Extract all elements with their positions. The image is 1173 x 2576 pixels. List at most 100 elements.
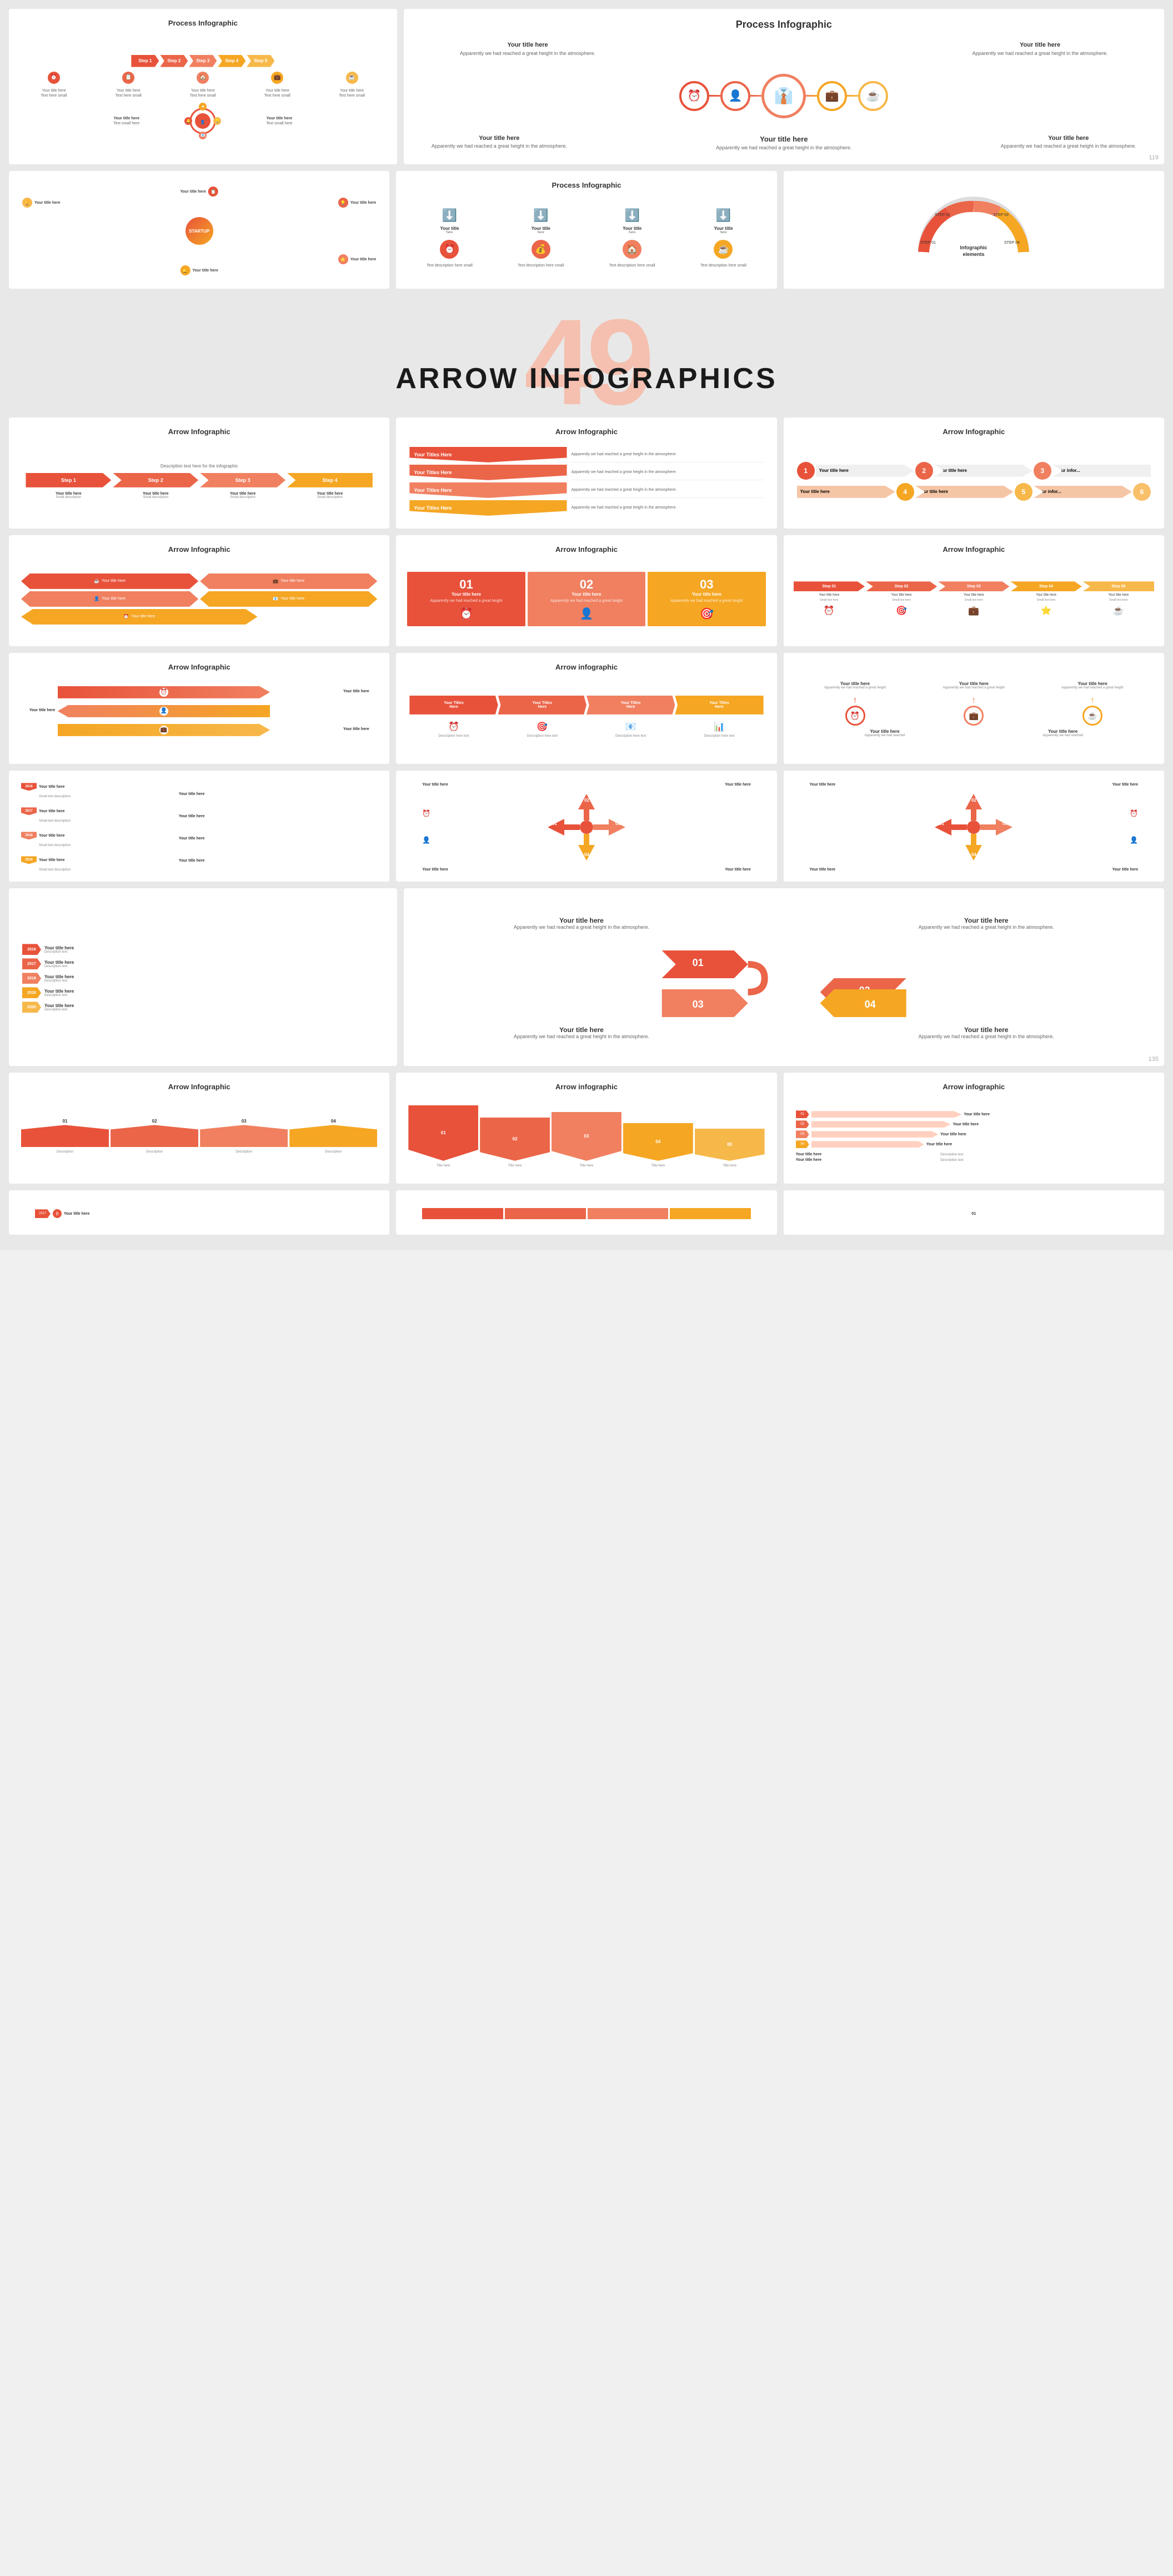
slide-arrow-9: Your title here Apparently we had reache… xyxy=(784,653,1164,764)
step-1-arrow: Step 1 xyxy=(131,55,159,67)
arrow-infographic-17: 01 Your title here 02 Your title here 03 xyxy=(791,1096,1156,1176)
arrow-row-5: 2016 Your title here Description text 20… xyxy=(9,888,1164,1066)
slide-arrow-title-16: Arrow infographic xyxy=(555,1083,618,1091)
svg-text:02: 02 xyxy=(584,798,589,803)
slide-arrow-3: Arrow Infographic 1 Your title here 2 Yo… xyxy=(784,417,1164,529)
slide-num-14: 135 xyxy=(1149,1056,1159,1063)
slide-arrow-title-5: Arrow Infographic xyxy=(555,545,618,554)
title-text-5: Your title here xyxy=(318,88,385,93)
slide-arrow-title-6: Arrow Infographic xyxy=(943,545,1005,554)
slide-process-3: STARTUP Your title here 📋 💡 Your title h… xyxy=(9,171,389,289)
arrow-row-4: 2016 Your title here Small text descript… xyxy=(9,771,1164,882)
slide-process-5: Infographic elements STEP 01 STEP 04 STE… xyxy=(784,171,1164,289)
arrow-infographic-13: 2016 Your title here Description text 20… xyxy=(17,898,389,1058)
arrow-infographic-6: Step 01 Step 02 Step 03 Step 04 Step 05 … xyxy=(791,559,1156,638)
svg-text:04: 04 xyxy=(584,852,589,857)
slide-arrow-15: Arrow Infographic 01 02 0 xyxy=(9,1073,389,1184)
step-5-arrow: Step 5 xyxy=(247,55,274,67)
svg-text:03: 03 xyxy=(692,999,703,1010)
arrow-section-banner: 49 ARROW INFOGRAPHICS xyxy=(9,295,1164,417)
slide-title-1: Process Infographic xyxy=(168,19,238,27)
infographic-2: Your title here Apparently we had reache… xyxy=(412,36,1156,157)
slide-title-4: Process Infographic xyxy=(552,181,621,189)
infographic-3: STARTUP Your title here 📋 💡 Your title h… xyxy=(17,181,382,281)
slide-arrow-title-1: Arrow Infographic xyxy=(168,427,230,436)
page-wrapper: Process Infographic Step 1 Step 2 Step 3… xyxy=(0,0,1173,1250)
slide-arrow-title-7: Arrow Infographic xyxy=(168,663,230,671)
step-3-arrow: Step 3 xyxy=(189,55,217,67)
slide-arrow-10: 2016 Your title here Small text descript… xyxy=(9,771,389,882)
slide-process-4: Process Infographic ⬇️ Your title here ⬇… xyxy=(396,171,776,289)
svg-text:STEP 04: STEP 04 xyxy=(1004,241,1020,245)
slide-process-1: Process Infographic Step 1 Step 2 Step 3… xyxy=(9,9,397,164)
slide-arrow-title-2: Arrow Infographic xyxy=(555,427,618,436)
slide-bottom-1: 2017 9 Your title here xyxy=(9,1190,389,1235)
arrow-infographic-1: Description text here for the infographi… xyxy=(17,441,382,521)
svg-text:04: 04 xyxy=(971,852,976,857)
title-text-3: Your title here xyxy=(169,88,237,93)
slide-arrow-14: Your title here Apparently we had reache… xyxy=(404,888,1164,1066)
process-row-1: Process Infographic Step 1 Step 2 Step 3… xyxy=(9,9,1164,164)
svg-text:elements: elements xyxy=(963,251,985,257)
slide-arrow-12: Your title here Your title here 01 03 02… xyxy=(784,771,1164,882)
arrow-infographic-bottom-1: 2017 9 Your title here xyxy=(17,1200,382,1227)
slide-bottom-3: 01 xyxy=(784,1190,1164,1235)
arrow-row-6: Arrow Infographic 01 02 0 xyxy=(9,1073,1164,1184)
step-2-arrow: Step 2 xyxy=(160,55,188,67)
arrow-infographic-14: Your title here Apparently we had reache… xyxy=(412,898,1156,1058)
title-text-4: Your title here xyxy=(244,88,311,93)
svg-text:03: 03 xyxy=(1002,821,1007,826)
svg-text:01: 01 xyxy=(692,957,703,968)
arrow-infographic-7: ⏰ Your title here 👤 Your title here 💼 xyxy=(17,677,382,756)
svg-text:01: 01 xyxy=(552,821,557,826)
slide-arrow-4: Arrow Infographic ☕Your title here 💼Your… xyxy=(9,535,389,646)
slide-arrow-16: Arrow infographic 01 02 xyxy=(396,1073,776,1184)
svg-text:STEP 01: STEP 01 xyxy=(920,241,936,245)
slide-arrow-13: 2016 Your title here Description text 20… xyxy=(9,888,397,1066)
slide-bottom-2 xyxy=(396,1190,776,1235)
arrow-infographic-11: Your title here Your title here xyxy=(404,781,769,874)
title-text-2: Your title here xyxy=(95,88,162,93)
slide-arrow-1: Arrow Infographic Description text here … xyxy=(9,417,389,529)
banner-title: ARROW INFOGRAPHICS xyxy=(20,329,1153,395)
slide-arrow-17: Arrow infographic 01 Your title here 02 xyxy=(784,1073,1164,1184)
arrow-infographic-3: 1 Your title here 2 Your title here 3 Yo… xyxy=(791,441,1156,521)
slide-arrow-title-8: Arrow infographic xyxy=(555,663,618,671)
svg-text:Infographic: Infographic xyxy=(960,245,987,250)
infographic-1: Step 1 Step 2 Step 3 Step 4 Step 5 ⏰ xyxy=(17,33,389,157)
arrow-infographic-10: 2016 Your title here Small text descript… xyxy=(17,781,382,874)
slide-arrow-title-17: Arrow infographic xyxy=(943,1083,1005,1091)
svg-text:02: 02 xyxy=(971,798,976,803)
slide-arrow-title-15: Arrow Infographic xyxy=(168,1083,230,1091)
process-row-2: STARTUP Your title here 📋 💡 Your title h… xyxy=(9,171,1164,289)
title-text-1: Your title here xyxy=(21,88,88,93)
arrow-infographic-2: Your Titles Here Your Titles Here Your T… xyxy=(404,441,769,521)
slide-arrow-11: Your title here Your title here xyxy=(396,771,776,882)
arrow-infographic-bottom-3: 01 xyxy=(791,1200,1156,1227)
arrow-infographic-8: Your TitlesHere Your TitlesHere Your Tit… xyxy=(404,677,769,756)
svg-text:04: 04 xyxy=(864,999,875,1010)
svg-text:01: 01 xyxy=(939,821,944,826)
slide-arrow-2: Arrow Infographic Your Titles Here Your … xyxy=(396,417,776,529)
arrow-infographic-12: Your title here Your title here 01 03 02… xyxy=(791,781,1156,874)
arrow-row-3: Arrow Infographic ⏰ Your title here 👤 xyxy=(9,653,1164,764)
arrow-row-1: Arrow Infographic Description text here … xyxy=(9,417,1164,529)
svg-text:03: 03 xyxy=(615,821,620,826)
slide-arrow-8: Arrow infographic Your TitlesHere Your T… xyxy=(396,653,776,764)
slide-num-2: 119 xyxy=(1149,154,1159,161)
arrow-infographic-5: 01 Your title here Apparently we had rea… xyxy=(404,559,769,638)
slide-arrow-5: Arrow Infographic 01 Your title here App… xyxy=(396,535,776,646)
step-4-arrow: Step 4 xyxy=(218,55,245,67)
slide-process-2: Process Infographic Your title here Appa… xyxy=(404,9,1164,164)
slide-arrow-6: Arrow Infographic Step 01 Step 02 Step 0… xyxy=(784,535,1164,646)
arrow-infographic-9: Your title here Apparently we had reache… xyxy=(791,663,1156,756)
arrow-infographic-bottom-2 xyxy=(404,1200,769,1227)
slide-arrow-title-3: Arrow Infographic xyxy=(943,427,1005,436)
arrow-row-2: Arrow Infographic ☕Your title here 💼Your… xyxy=(9,535,1164,646)
arrow-infographic-4: ☕Your title here 💼Your title here 👤Your … xyxy=(17,559,382,638)
svg-text:STEP 03: STEP 03 xyxy=(993,213,1009,217)
svg-text:STEP 02: STEP 02 xyxy=(935,213,950,217)
arrow-infographic-15: 01 02 03 04 xyxy=(17,1096,382,1176)
arrow-infographic-16: 01 02 03 04 xyxy=(404,1096,769,1176)
infographic-4: ⬇️ Your title here ⬇️ Your title here ⬇️… xyxy=(404,195,769,281)
